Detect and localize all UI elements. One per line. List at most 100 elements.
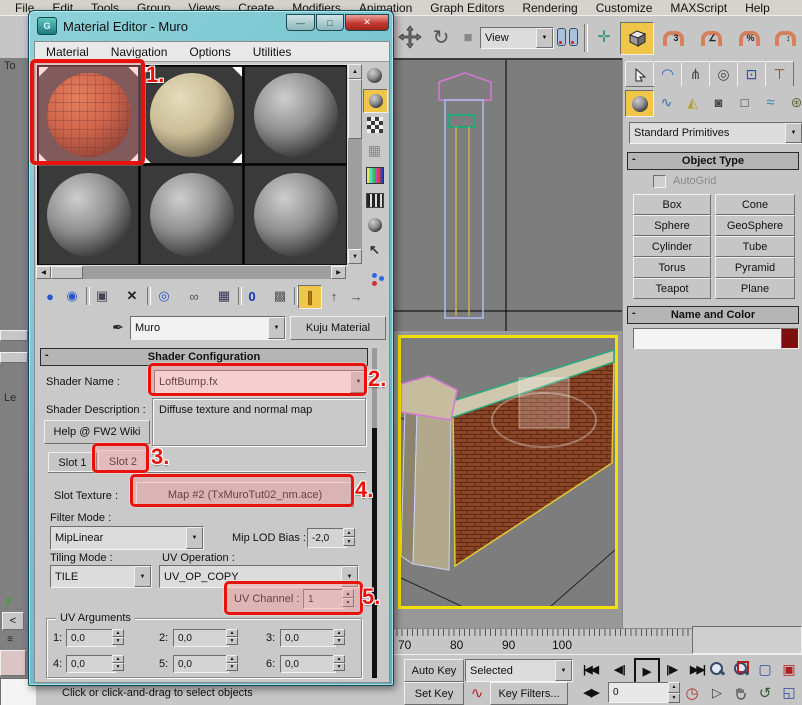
spinner-up-icon[interactable]: ▲ xyxy=(343,528,355,537)
spinner-down-icon[interactable]: ▼ xyxy=(112,637,124,645)
play-button-icon[interactable]: ▶ xyxy=(634,658,660,684)
chevron-down-icon[interactable]: ▼ xyxy=(785,123,802,143)
object-type-rollout-header[interactable]: - Object Type xyxy=(627,152,799,170)
uv-arg-field-6[interactable]: 0,0 xyxy=(280,655,336,673)
button-plane[interactable]: Plane xyxy=(715,278,795,299)
pick-material-eyedropper-icon[interactable]: ✒ xyxy=(107,316,129,338)
material-map-navigator-icon[interactable] xyxy=(363,264,386,286)
zoom-all-icon[interactable] xyxy=(730,658,752,680)
autogrid-checkbox[interactable] xyxy=(653,175,666,188)
category-cameras-icon[interactable]: ◙ xyxy=(706,90,731,115)
category-systems-icon[interactable]: ⊛ xyxy=(784,90,802,115)
sample-slot-6[interactable] xyxy=(244,165,347,265)
menu-navigation[interactable]: Navigation xyxy=(100,45,179,59)
uv-arg-field-3[interactable]: 0,0 xyxy=(280,629,336,647)
scroll-down-icon[interactable]: ▼ xyxy=(348,249,362,264)
scroll-left-icon[interactable]: ◀ xyxy=(36,266,51,279)
percent-snap-icon[interactable]: % xyxy=(734,23,764,53)
new-key-filter-icon[interactable]: ∿ xyxy=(466,682,488,703)
go-forward-to-sibling-icon[interactable]: → xyxy=(346,286,366,306)
button-pyramid[interactable]: Pyramid xyxy=(715,257,795,278)
menu-help[interactable]: Help xyxy=(736,0,779,15)
spinner-down-icon[interactable]: ▼ xyxy=(112,663,124,671)
uv-arg-spinner[interactable]: ▲▼ xyxy=(333,629,345,645)
viewport-splitter[interactable] xyxy=(0,330,28,341)
menu-rendering[interactable]: Rendering xyxy=(513,0,586,15)
arc-rotate-icon[interactable]: ↺ xyxy=(754,682,776,703)
key-mode-toggle-icon[interactable]: ◀▶ xyxy=(578,682,604,703)
frame-spinner[interactable]: ▲ ▼ xyxy=(668,682,680,703)
chevron-down-icon[interactable]: ▼ xyxy=(268,317,285,339)
spinner-up-icon[interactable]: ▲ xyxy=(668,682,680,693)
material-name-dropdown[interactable]: Muro ▼ xyxy=(130,316,286,340)
scroll-up-icon[interactable]: ▲ xyxy=(348,64,362,79)
button-geosphere[interactable]: GeoSphere xyxy=(715,215,795,236)
snaps-3d-icon[interactable]: 3 xyxy=(658,23,688,53)
category-geometry-icon[interactable] xyxy=(625,90,654,117)
button-cylinder[interactable]: Cylinder xyxy=(633,236,711,257)
slot-horizontal-scrollbar[interactable]: ◀ ▶ xyxy=(36,266,346,279)
select-and-rotate-icon[interactable]: ↻ xyxy=(428,23,454,51)
sample-uv-tiling-icon[interactable]: ▦ xyxy=(363,139,386,161)
select-and-move-icon[interactable] xyxy=(396,23,424,51)
video-color-check-icon[interactable] xyxy=(363,164,386,186)
spinner-down-icon[interactable]: ▼ xyxy=(668,693,680,704)
chevron-down-icon[interactable]: ▼ xyxy=(555,660,572,681)
viewport-perspective[interactable] xyxy=(386,331,622,630)
button-teapot[interactable]: Teapot xyxy=(633,278,711,299)
button-torus[interactable]: Torus xyxy=(633,257,711,278)
button-cone[interactable]: Cone xyxy=(715,194,795,215)
sample-type-icon[interactable] xyxy=(363,64,386,86)
backlight-icon[interactable] xyxy=(363,89,388,113)
spinner-up-icon[interactable]: ▲ xyxy=(112,655,124,663)
select-and-manipulate-icon[interactable]: ✛ xyxy=(592,23,616,51)
uv-arg-spinner[interactable]: ▲▼ xyxy=(226,629,238,645)
menu-material[interactable]: Material xyxy=(35,45,100,59)
zoom-extents-all-icon[interactable]: ▣ xyxy=(778,658,800,680)
set-key-button[interactable]: Set Key xyxy=(404,682,464,705)
object-name-field[interactable] xyxy=(633,328,781,349)
uv-arg-field-5[interactable]: 0,0 xyxy=(173,655,229,673)
make-material-copy-icon[interactable]: ◎ xyxy=(154,286,174,306)
material-type-button[interactable]: Kuju Material xyxy=(290,316,386,340)
uv-arg-spinner[interactable]: ▲▼ xyxy=(112,629,124,645)
spinner-up-icon[interactable]: ▲ xyxy=(333,655,345,663)
snaps-toggle-icon[interactable] xyxy=(620,22,654,55)
current-frame-field[interactable]: 0 xyxy=(608,682,672,703)
tab-modify[interactable]: ◠ xyxy=(653,61,682,86)
help-wiki-button[interactable]: Help @ FW2 Wiki xyxy=(44,420,150,444)
next-frame-icon[interactable]: |▶ xyxy=(660,658,684,680)
use-center-icon[interactable] xyxy=(555,25,579,49)
rollout-scrollbar[interactable] xyxy=(372,348,377,678)
spinner-snap-icon[interactable]: ↕ xyxy=(770,23,800,53)
go-to-start-icon[interactable]: |◀◀ xyxy=(576,658,604,680)
spinner-up-icon[interactable]: ▲ xyxy=(226,629,238,637)
tab-motion[interactable]: ◎ xyxy=(709,61,738,86)
close-button[interactable]: ✕ xyxy=(345,14,389,31)
material-id-channel-icon[interactable]: 0 xyxy=(242,286,262,306)
menu-maxscript[interactable]: MAXScript xyxy=(661,0,736,15)
uv-arg-field-1[interactable]: 0,0 xyxy=(66,629,116,647)
material-editor-titlebar[interactable]: G Material Editor - Muro — □ ✕ xyxy=(33,14,389,38)
minimize-button[interactable]: — xyxy=(286,14,315,31)
previous-frame-icon[interactable]: ◀| xyxy=(608,658,632,680)
put-material-to-scene-icon[interactable]: ◉ xyxy=(62,286,82,306)
object-color-swatch[interactable] xyxy=(781,328,799,349)
assign-material-to-selection-icon[interactable]: ▣ xyxy=(92,286,112,306)
auto-key-button[interactable]: Auto Key xyxy=(404,659,464,682)
menu-utilities[interactable]: Utilities xyxy=(242,45,303,59)
make-unique-icon[interactable]: ∞ xyxy=(184,286,204,306)
zoom-region-icon[interactable]: ▷ xyxy=(706,682,728,703)
menu-graph-editors[interactable]: Graph Editors xyxy=(421,0,513,15)
show-end-result-icon[interactable]: ∥ xyxy=(298,285,322,309)
uv-arg-spinner[interactable]: ▲▼ xyxy=(226,655,238,671)
tab-create[interactable] xyxy=(625,61,654,87)
selection-set-dropdown[interactable]: Selected ▼ xyxy=(465,659,573,682)
mini-listener-pink[interactable] xyxy=(0,650,26,676)
category-helpers-icon[interactable]: □ xyxy=(732,90,757,115)
get-material-icon[interactable]: ● xyxy=(40,286,60,306)
viewport-front[interactable] xyxy=(386,58,622,333)
key-filters-button[interactable]: Key Filters... xyxy=(490,682,568,705)
pan-hand-icon[interactable] xyxy=(730,682,752,703)
spinner-down-icon[interactable]: ▼ xyxy=(226,663,238,671)
